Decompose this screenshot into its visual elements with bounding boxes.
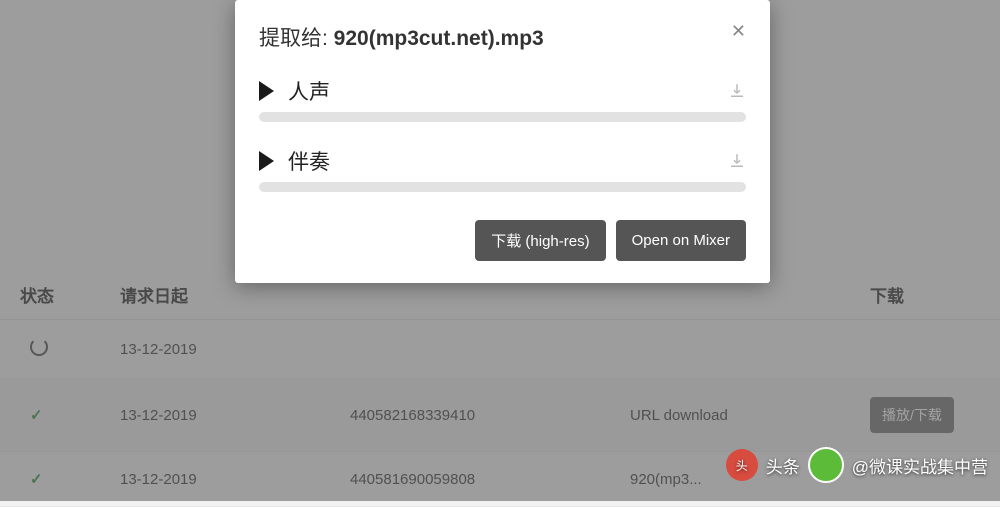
play-icon[interactable] [259,151,274,171]
download-icon[interactable] [728,152,746,170]
track-accompaniment: 伴奏 [235,140,770,192]
extract-modal: 提取给: 920(mp3cut.net).mp3 ✕ 人声 伴奏 [235,0,770,283]
wechat-icon [808,447,844,483]
download-hires-button[interactable]: 下载 (high-res) [475,220,605,261]
close-button[interactable]: ✕ [731,22,746,40]
watermark-account: @微课实战集中营 [852,453,988,478]
watermark-badge-icon: 头 [726,449,758,481]
modal-filename: 920(mp3cut.net).mp3 [334,27,544,50]
track-label: 人声 [288,76,330,106]
watermark-label: 头条 [766,453,800,478]
download-icon[interactable] [728,82,746,100]
modal-title-prefix: 提取给: [259,27,334,50]
track-progress-bar[interactable] [259,112,746,122]
open-on-mixer-button[interactable]: Open on Mixer [616,220,746,261]
watermark: 头 头条 @微课实战集中营 [726,447,988,483]
track-progress-bar[interactable] [259,182,746,192]
play-icon[interactable] [259,81,274,101]
track-vocals: 人声 [235,70,770,122]
modal-title: 提取给: 920(mp3cut.net).mp3 [259,22,544,52]
track-label: 伴奏 [288,146,330,176]
close-icon: ✕ [731,21,746,41]
